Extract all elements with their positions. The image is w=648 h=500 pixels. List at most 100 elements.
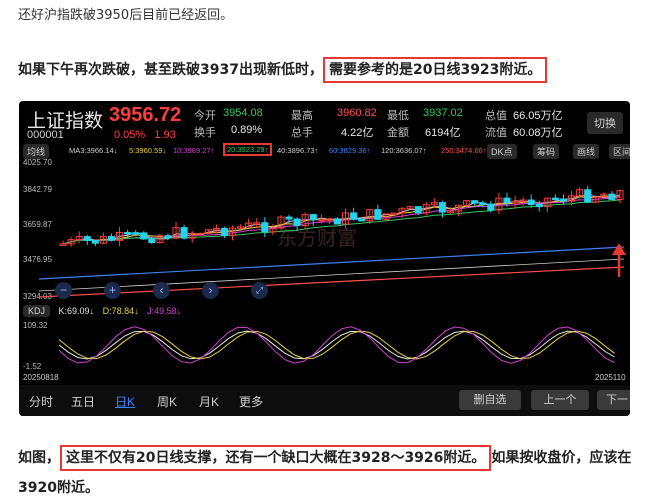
candle-body (527, 199, 535, 206)
candle-body (91, 240, 99, 244)
kdj-dropdown[interactable]: KDJ (23, 305, 51, 317)
expand-icon[interactable]: ⤢ (251, 282, 268, 299)
ma60-value: 60:3829.36↑ (329, 146, 371, 155)
change-absolute: 1.93 (154, 129, 176, 141)
highlight-gap-support: 这里不仅有20日线支撑，还有一个缺口大概在3928～3926附近。 (60, 445, 492, 471)
amount-label: 金额 (387, 127, 409, 139)
arrow-left-icon[interactable]: ‹ (153, 282, 170, 299)
total-cap-label: 总值 (485, 110, 507, 122)
tab-five-day[interactable]: 五日 (71, 393, 95, 410)
float-cap-label: 流值 (485, 127, 507, 139)
turnover-label: 换手 (194, 127, 216, 139)
paragraph-analysis: 如图， 这里不仅有20日线支撑，还有一个缺口大概在3928～3926附近。 如果按收… (18, 443, 633, 500)
float-cap-value: 60.08万亿 (513, 127, 563, 139)
candlestick-chart: 东方财富 4025.70 3842.79 3659.87 3476.95 329… (23, 159, 626, 301)
price-axis-label: 4025.70 (23, 159, 52, 167)
kdj-axis-top: 109.32 (23, 321, 48, 330)
minus-icon[interactable]: − (55, 282, 72, 299)
kdj-line-d (58, 330, 615, 360)
ma250-value: 250:3474.66↑ (441, 146, 487, 155)
candle-body (261, 222, 269, 233)
ma-line-60 (38, 246, 625, 280)
remove-watchlist-button[interactable]: 删自选 (459, 390, 521, 410)
mode-dropdown[interactable]: 均线 (23, 144, 50, 159)
turnover-value: 0.89% (231, 124, 263, 136)
volume-value: 4.22亿 (341, 127, 374, 139)
stock-chart-screenshot: 上证指数 3956.72 000001 0.05% 1.93 今开 3954.0… (19, 101, 630, 416)
low-label: 最低 (387, 110, 409, 122)
paragraph-analysis-lead: 如图， (18, 450, 60, 466)
previous-button[interactable]: 上一个 (531, 390, 589, 410)
candle-body (132, 232, 140, 235)
kdj-line-k (58, 330, 615, 360)
candle-body (164, 235, 172, 239)
ma10-value: 10:3969.27↑ (173, 146, 215, 155)
price-axis-label: 3842.79 (23, 185, 52, 194)
paragraph-intro: 还好沪指跌破3950后目前已经返回。 (18, 8, 234, 23)
kdj-d-value: D:78.84↓ (102, 306, 139, 316)
date-end: 2025110 (595, 373, 626, 382)
arrow-head-icon (612, 243, 626, 255)
candle-body (503, 197, 511, 204)
highlight-ma20-reference: 需要参考的是20日线3923附近。 (322, 57, 548, 83)
chip-button[interactable]: 筹码 (533, 144, 560, 159)
candle-body (140, 232, 148, 240)
candle-body (293, 218, 301, 227)
chart-controls: − + ‹ › ⤢ (19, 282, 319, 302)
candle-body (309, 214, 317, 221)
tab-more[interactable]: 更多 (239, 393, 263, 410)
total-cap-value: 66.05万亿 (513, 110, 563, 122)
ma20-value-highlighted: 20:3923.29↑ (223, 143, 273, 156)
plus-icon[interactable]: + (104, 282, 121, 299)
draw-line-button[interactable]: 画线 (573, 144, 600, 159)
period-tabbar: 分时 五日 日K 周K 月K 更多 删自选 上一个 下一 (19, 385, 630, 416)
candle-body (551, 197, 559, 201)
candle-body (584, 189, 592, 203)
ma-bar: 均线 MA3:3966.14↓ 5:3960.59↓ 10:3969.27↑ 2… (19, 143, 630, 159)
high-value: 3960.82 (337, 107, 377, 119)
price-axis-label: 3476.95 (23, 255, 52, 264)
ma40-value: 40:3896.73↑ (277, 146, 319, 155)
date-start: 20250818 (23, 373, 59, 382)
tab-daily-k[interactable]: 日K (115, 393, 135, 410)
candle-body (124, 231, 132, 235)
candle-body (535, 204, 543, 208)
arrow-right-icon[interactable]: › (202, 282, 219, 299)
candle-body (414, 206, 422, 214)
amount-value: 6194亿 (425, 127, 461, 139)
kdj-chart: 109.32 -1.52 20250818 2025110 (23, 321, 626, 382)
tab-monthly-k[interactable]: 月K (199, 393, 219, 410)
open-value: 3954.08 (223, 107, 263, 119)
candle-body (107, 236, 116, 241)
candle-body (83, 236, 91, 242)
index-code: 000001 (27, 129, 64, 141)
candle-body (180, 227, 188, 239)
candle-body (220, 228, 229, 236)
price-axis-label: 3659.87 (23, 220, 52, 229)
candle-body (148, 238, 156, 244)
candle-body (358, 218, 366, 222)
ma3-value: MA3:3966.14↓ (69, 146, 118, 155)
next-button[interactable]: 下一 (597, 390, 630, 410)
kdj-j-value: J:49.58↓ (147, 306, 182, 316)
paragraph-warning-text: 如果下午再次跌破，甚至跌破3937出现新低时， (18, 62, 323, 78)
tab-weekly-k[interactable]: 周K (157, 393, 177, 410)
kdj-header: KDJ K:69.09↓ D:78.84↓ J:49.58↓ (23, 305, 182, 317)
tab-intraday[interactable]: 分时 (29, 393, 53, 410)
kdj-line-j (58, 326, 615, 364)
candle-body (471, 200, 479, 204)
switch-button[interactable]: 切换 (587, 112, 623, 134)
candle-body (608, 193, 616, 200)
low-value: 3937.02 (423, 107, 463, 119)
open-label: 今开 (194, 110, 216, 122)
index-price: 3956.72 (109, 104, 182, 126)
candle-body (350, 212, 358, 220)
range-stats-button[interactable]: 区间统计 (609, 144, 630, 159)
change-percent: 0.05% (114, 129, 146, 141)
candle-body (438, 202, 446, 213)
ma120-value: 120:3636.07↑ (381, 146, 427, 155)
dk-button[interactable]: DK点 (487, 144, 517, 159)
kdj-k-value: K:69.09↓ (58, 306, 95, 316)
ma5-value: 5:3960.59↓ (129, 146, 167, 155)
candle-body (374, 209, 382, 220)
